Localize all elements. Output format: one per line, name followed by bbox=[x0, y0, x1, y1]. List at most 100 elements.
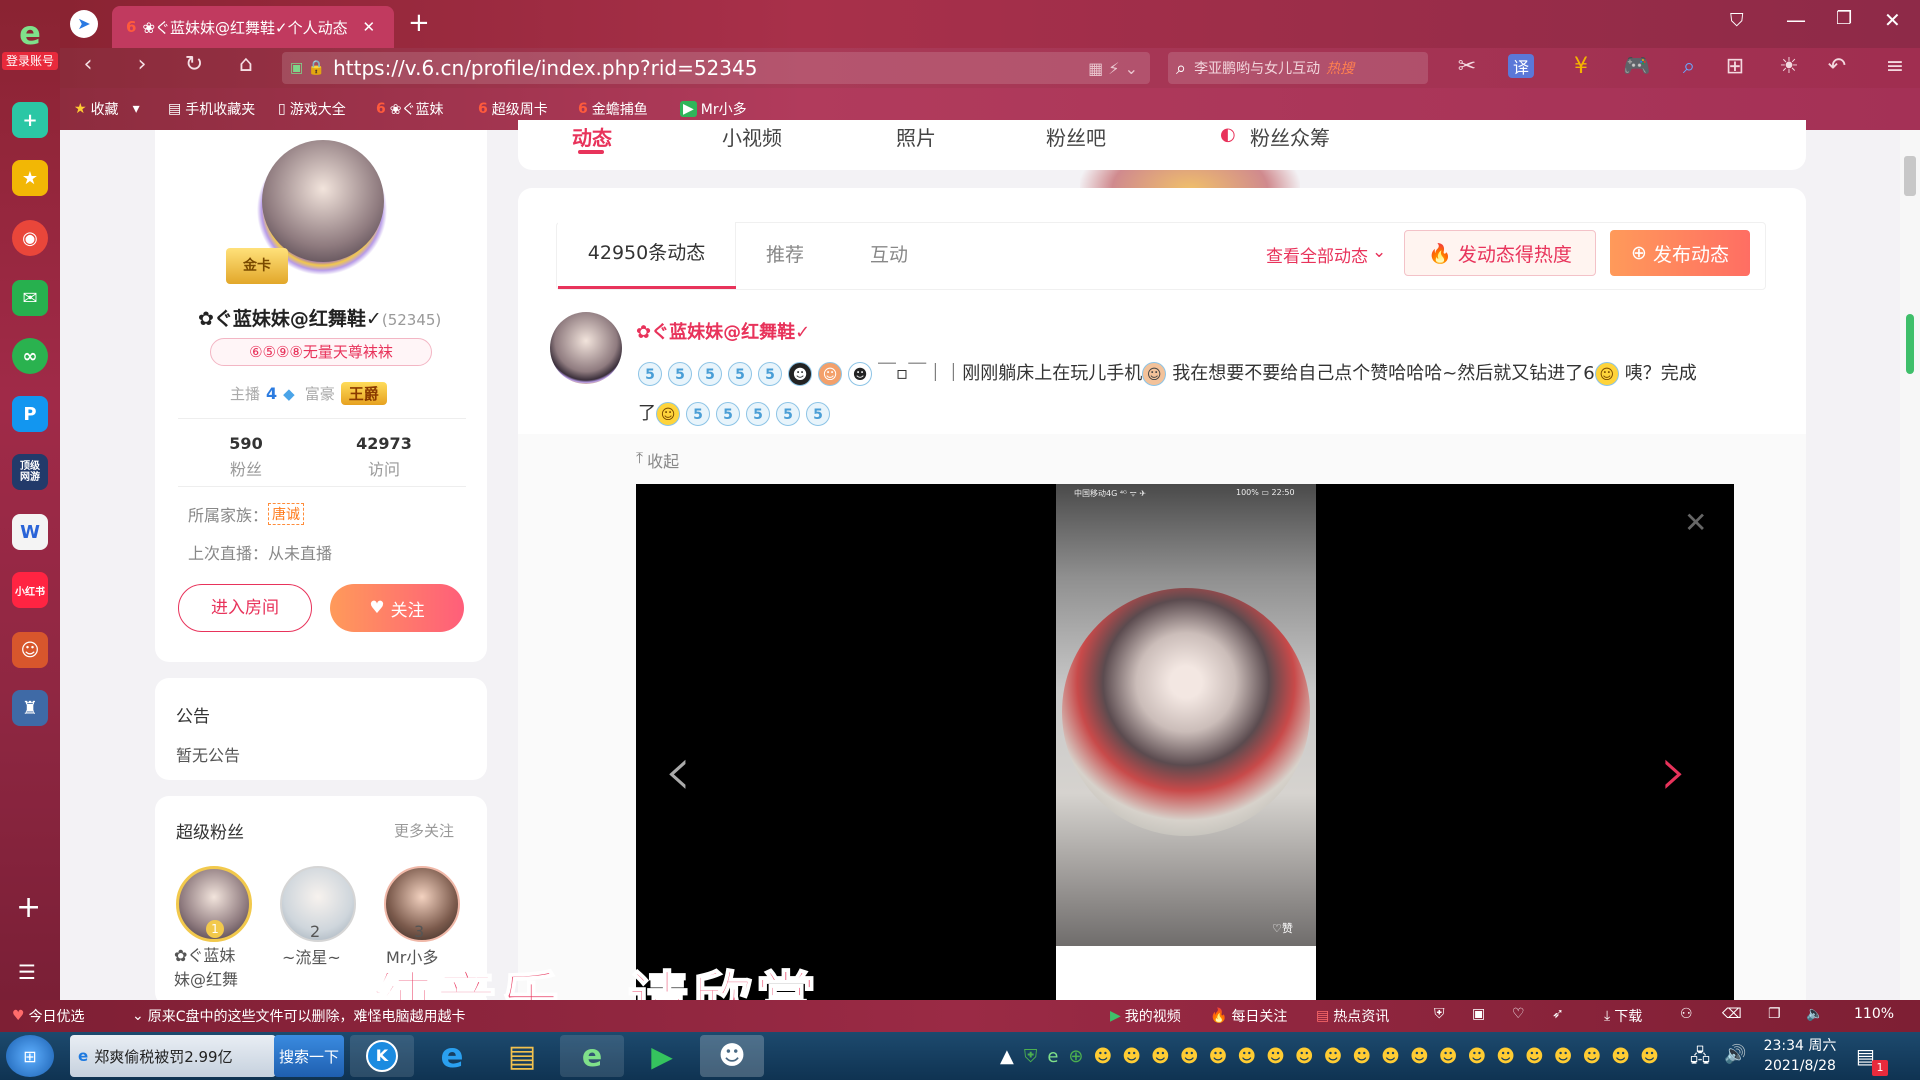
add-app-icon[interactable]: + bbox=[16, 890, 41, 925]
qq-icon[interactable]: ☻ bbox=[1209, 1046, 1228, 1067]
enter-room-button[interactable]: 进入房间 bbox=[178, 584, 312, 632]
close-viewer-icon[interactable]: ✕ bbox=[1684, 506, 1707, 539]
close-window-icon[interactable]: ✕ bbox=[1884, 8, 1901, 32]
speaker-icon[interactable]: 🔊 bbox=[1724, 1044, 1746, 1074]
home-icon[interactable]: ⌂ bbox=[230, 52, 262, 77]
qq-icon[interactable]: ☻ bbox=[1583, 1046, 1602, 1067]
scrollbar-track[interactable] bbox=[1900, 130, 1920, 1000]
rocket-icon[interactable]: ➶ bbox=[1552, 1006, 1564, 1022]
fav-profile[interactable]: 6 ❀ぐ蓝妹 bbox=[376, 96, 443, 122]
publish-post-button[interactable]: ⊕ 发布动态 bbox=[1610, 230, 1750, 276]
login-badge[interactable]: 登录账号 bbox=[2, 52, 58, 70]
game-character-icon[interactable]: ☺ bbox=[12, 632, 48, 668]
weibo-icon[interactable]: ◉ bbox=[12, 220, 48, 256]
magnifier-icon[interactable]: ⌕ bbox=[1674, 54, 1704, 79]
qq-icon[interactable]: ☻ bbox=[1467, 1046, 1486, 1067]
qq-icon[interactable]: ☻ bbox=[1237, 1046, 1256, 1067]
my-video[interactable]: ▶ 我的视频 bbox=[1110, 1006, 1181, 1026]
network-icon[interactable]: 🖧 bbox=[1690, 1044, 1710, 1074]
fan-name[interactable]: ~流星~ bbox=[282, 944, 341, 968]
qq-icon[interactable]: ☻ bbox=[1352, 1046, 1371, 1067]
image-icon[interactable]: ▣ bbox=[1472, 1006, 1485, 1022]
calculator-app-icon[interactable]: + bbox=[12, 102, 48, 138]
qq-icon[interactable]: ☻ bbox=[1094, 1046, 1113, 1067]
fav-mr[interactable]: ▶ Mr小多 bbox=[680, 96, 747, 122]
zoom-level[interactable]: 110% bbox=[1854, 1006, 1894, 1022]
browser-tray-icon[interactable]: e bbox=[1047, 1046, 1058, 1067]
next-arrow-icon[interactable]: › bbox=[1660, 736, 1688, 806]
fav-games[interactable]: ▯ 游戏大全 bbox=[278, 96, 346, 122]
volume-icon[interactable]: 🔈 bbox=[1806, 1006, 1823, 1022]
qq-icon[interactable]: ☻ bbox=[1151, 1046, 1170, 1067]
feed-tab-interact[interactable]: 互动 bbox=[870, 240, 908, 267]
xiaohongshu-icon[interactable]: 小红书 bbox=[12, 572, 48, 608]
forward-icon[interactable]: › bbox=[126, 52, 158, 77]
fav-collect[interactable]: ★ 收藏 ▾ bbox=[74, 96, 140, 122]
qq-icon[interactable]: ☻ bbox=[1295, 1046, 1314, 1067]
qr-icon[interactable]: ▦ ⚡ ⌄ bbox=[1088, 59, 1138, 78]
qq-icon[interactable]: ☻ bbox=[1381, 1046, 1400, 1067]
qq-icon[interactable]: ☻ bbox=[1554, 1046, 1573, 1067]
new-tab-icon[interactable]: + bbox=[408, 8, 430, 38]
apps-grid-icon[interactable]: ⊞ bbox=[1720, 54, 1750, 79]
speed-icon[interactable]: ⚇ bbox=[1680, 1006, 1693, 1022]
nav-tab-fanbar[interactable]: 粉丝吧 bbox=[1046, 122, 1106, 151]
post-author[interactable]: ✿ぐ蓝妹妹@红舞鞋✓ bbox=[636, 318, 810, 344]
family-badge[interactable]: 唐诚 bbox=[268, 503, 305, 525]
collapse-link[interactable]: ⤒ 收起 bbox=[636, 448, 679, 472]
feed-tab-all[interactable]: 42950条动态 bbox=[558, 222, 736, 288]
hot-post-button[interactable]: 🔥 发动态得热度 bbox=[1404, 230, 1596, 276]
fav-weekly[interactable]: 6 超级周卡 bbox=[478, 96, 548, 122]
avatar[interactable] bbox=[262, 140, 384, 262]
qq-icon[interactable]: ☻ bbox=[1410, 1046, 1429, 1067]
fan-name[interactable]: ✿ぐ蓝妹 妹@红舞 bbox=[174, 944, 264, 992]
nav-tab-crowdfund[interactable]: 粉丝众筹 bbox=[1250, 122, 1330, 151]
translate-icon[interactable]: 译 bbox=[1508, 54, 1534, 78]
start-button[interactable]: ⊞ bbox=[6, 1035, 54, 1077]
nav-tab-photos[interactable]: 照片 bbox=[896, 122, 936, 151]
search-go-button[interactable]: 搜索一下 bbox=[274, 1035, 344, 1077]
browser-taskbar-icon[interactable]: e bbox=[560, 1035, 624, 1077]
shield-icon[interactable]: ⛨ bbox=[1434, 1006, 1445, 1022]
tab-profile[interactable]: 6 ❀ぐ蓝妹妹@红舞鞋✓个人动态 ✕ bbox=[112, 6, 394, 48]
minimize-icon[interactable]: — bbox=[1786, 8, 1806, 32]
game-portal-icon[interactable]: 顶级 网游 bbox=[12, 454, 48, 490]
k-app-icon[interactable]: K bbox=[350, 1035, 414, 1077]
pdf-app-icon[interactable]: P bbox=[12, 396, 48, 432]
explorer-icon[interactable]: ▤ bbox=[490, 1035, 554, 1077]
favorites-star-icon[interactable]: ★ bbox=[12, 160, 48, 196]
link-app-icon[interactable]: ∞ bbox=[12, 338, 48, 374]
fav-mobile[interactable]: ▤ 手机收藏夹 bbox=[168, 96, 255, 122]
prev-arrow-icon[interactable]: ‹ bbox=[664, 736, 692, 806]
more-follow-link[interactable]: 更多关注 bbox=[394, 820, 454, 841]
health-icon[interactable]: ♡ bbox=[1512, 1006, 1525, 1022]
close-tab-icon[interactable]: ✕ bbox=[362, 18, 375, 36]
window-icon[interactable]: ❐ bbox=[1768, 1006, 1781, 1022]
restore-icon[interactable]: ❐ bbox=[1836, 8, 1852, 29]
back-icon[interactable]: ‹ bbox=[72, 52, 104, 77]
plus-tray-icon[interactable]: ⊕ bbox=[1068, 1046, 1083, 1067]
clock[interactable]: 23:34 周六 2021/8/28 bbox=[1752, 1036, 1848, 1076]
nav-tab-video[interactable]: 小视频 bbox=[722, 122, 782, 151]
daily-follow[interactable]: 🔥 每日关注 bbox=[1210, 1006, 1287, 1026]
scrollbar-thumb[interactable] bbox=[1904, 156, 1916, 196]
qq-icon[interactable]: ☻ bbox=[1525, 1046, 1544, 1067]
mail-icon[interactable]: ✉ bbox=[12, 280, 48, 316]
game-castle-icon[interactable]: ♜ bbox=[12, 690, 48, 726]
ie-taskbar-icon[interactable]: e bbox=[420, 1035, 484, 1077]
brightness-icon[interactable]: ☀ bbox=[1774, 54, 1804, 79]
refresh-icon[interactable]: ↻ bbox=[178, 52, 210, 77]
follow-button[interactable]: ♥ 关注 bbox=[330, 584, 464, 632]
gamepad-icon[interactable]: 🎮 bbox=[1622, 54, 1652, 79]
shirt-skin-icon[interactable]: ⛉ bbox=[1730, 10, 1744, 31]
qq-icon[interactable]: ☻ bbox=[1439, 1046, 1458, 1067]
post-author-avatar[interactable] bbox=[550, 312, 622, 384]
hot-news[interactable]: ▤ 热点资讯 bbox=[1316, 1006, 1389, 1026]
qq-icon[interactable]: ☻ bbox=[1496, 1046, 1515, 1067]
shield-tray-icon[interactable]: ⛨ bbox=[1024, 1046, 1038, 1067]
navigator-icon[interactable]: ➤ bbox=[70, 10, 98, 38]
more-menu-icon[interactable]: ≡ bbox=[1880, 54, 1910, 79]
qq-icon[interactable]: ☻ bbox=[1122, 1046, 1141, 1067]
up-arrow-icon[interactable]: ▲ bbox=[1000, 1046, 1014, 1067]
qq-icon[interactable]: ☻ bbox=[1324, 1046, 1343, 1067]
